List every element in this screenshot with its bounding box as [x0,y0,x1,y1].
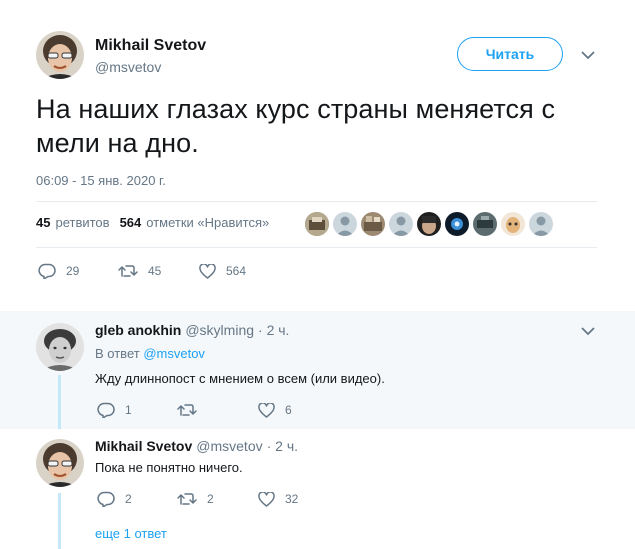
retweet-button[interactable] [177,402,258,418]
retweets-stat[interactable]: 45 ретвитов [36,215,110,230]
divider [36,247,597,248]
retweet-count: 2 [207,492,214,506]
reply-context: В ответ @msvetov [95,346,205,361]
retweet-count: 45 [148,264,162,278]
tweet-timestamp[interactable]: 06:09 - 15 янв. 2020 г. [36,173,166,188]
reply-button[interactable]: 1 [97,402,177,418]
retweet-icon [177,493,197,505]
author-name[interactable]: Mikhail Svetov [95,37,206,55]
reply-prefix: В ответ [95,346,140,361]
reply-icon [97,491,115,507]
reply-icon [38,263,56,279]
divider [36,201,597,202]
reply-author-name[interactable]: gleb anokhin [95,322,181,338]
reply-avatar[interactable] [36,439,84,487]
reply-icon [97,402,115,418]
liker-avatar[interactable] [361,212,385,236]
liker-avatar[interactable] [305,212,329,236]
reply-author-handle[interactable]: @skylming [185,322,254,338]
likes-label: отметки «Нравится» [146,215,270,230]
reply-count: 2 [125,492,132,506]
reply-author-name[interactable]: Mikhail Svetov [95,438,192,454]
reply-header: gleb anokhin @skylming · 2 ч. [95,322,289,338]
like-count: 6 [285,403,292,417]
reply-to-link[interactable]: @msvetov [143,346,205,361]
tweet-actions: 29 45 564 [38,263,246,279]
liker-avatar[interactable] [501,212,525,236]
reply-avatar[interactable] [36,323,84,371]
retweet-button[interactable]: 2 [177,491,258,507]
chevron-down-icon[interactable] [580,323,596,339]
reply-actions: 2 2 32 [97,491,298,507]
reply-text: Жду длиннопост с мнением о всем (или вид… [95,371,385,386]
reply-button[interactable]: 29 [38,263,118,279]
chevron-down-icon[interactable] [580,47,596,63]
reply-actions: 1 6 [97,402,292,418]
liker-avatar[interactable] [417,212,441,236]
liker-avatar[interactable] [445,212,469,236]
reply-count: 29 [66,264,80,278]
author-avatar[interactable] [36,31,84,79]
retweet-button[interactable]: 45 [118,263,199,279]
main-tweet: Mikhail Svetov @msvetov Читать На наших … [0,0,635,311]
retweet-icon [118,265,138,277]
like-button[interactable]: 32 [258,491,299,507]
reply-header: Mikhail Svetov @msvetov · 2 ч. [95,438,298,454]
likes-stat[interactable]: 564 отметки «Нравится» [120,215,270,230]
follow-button[interactable]: Читать [457,37,563,71]
like-count: 564 [226,264,247,278]
like-count: 32 [285,492,299,506]
heart-icon [258,402,275,418]
heart-icon [258,491,275,507]
reply-author-handle[interactable]: @msvetov [196,438,262,454]
liker-avatar[interactable] [389,212,413,236]
liker-avatar[interactable] [473,212,497,236]
retweets-label: ретвитов [55,215,110,230]
reply-count: 1 [125,403,132,417]
likers-avatars [305,212,557,236]
author-handle[interactable]: @msvetov [95,59,161,75]
reply-button[interactable]: 2 [97,491,177,507]
like-button[interactable]: 564 [199,263,247,279]
tweet-text: На наших глазах курс страны меняется с м… [36,94,556,158]
retweet-icon [177,404,197,416]
liker-avatar[interactable] [529,212,553,236]
like-button[interactable]: 6 [258,402,292,418]
retweets-count: 45 [36,215,51,230]
reply-text: Пока не понятно ничего. [95,460,243,475]
reply-time[interactable]: · 2 ч. [267,438,298,454]
more-replies-link[interactable]: еще 1 ответ [95,526,167,541]
heart-icon [199,263,216,279]
reply-tweet[interactable]: gleb anokhin @skylming · 2 ч. В ответ @m… [0,311,635,429]
thread-line [58,375,61,429]
liker-avatar[interactable] [333,212,357,236]
thread-line [58,493,61,549]
reply-time[interactable]: · 2 ч. [258,322,289,338]
likes-count: 564 [119,215,142,230]
tweet-stats: 45 ретвитов 564 отметки «Нравится» [36,215,279,230]
